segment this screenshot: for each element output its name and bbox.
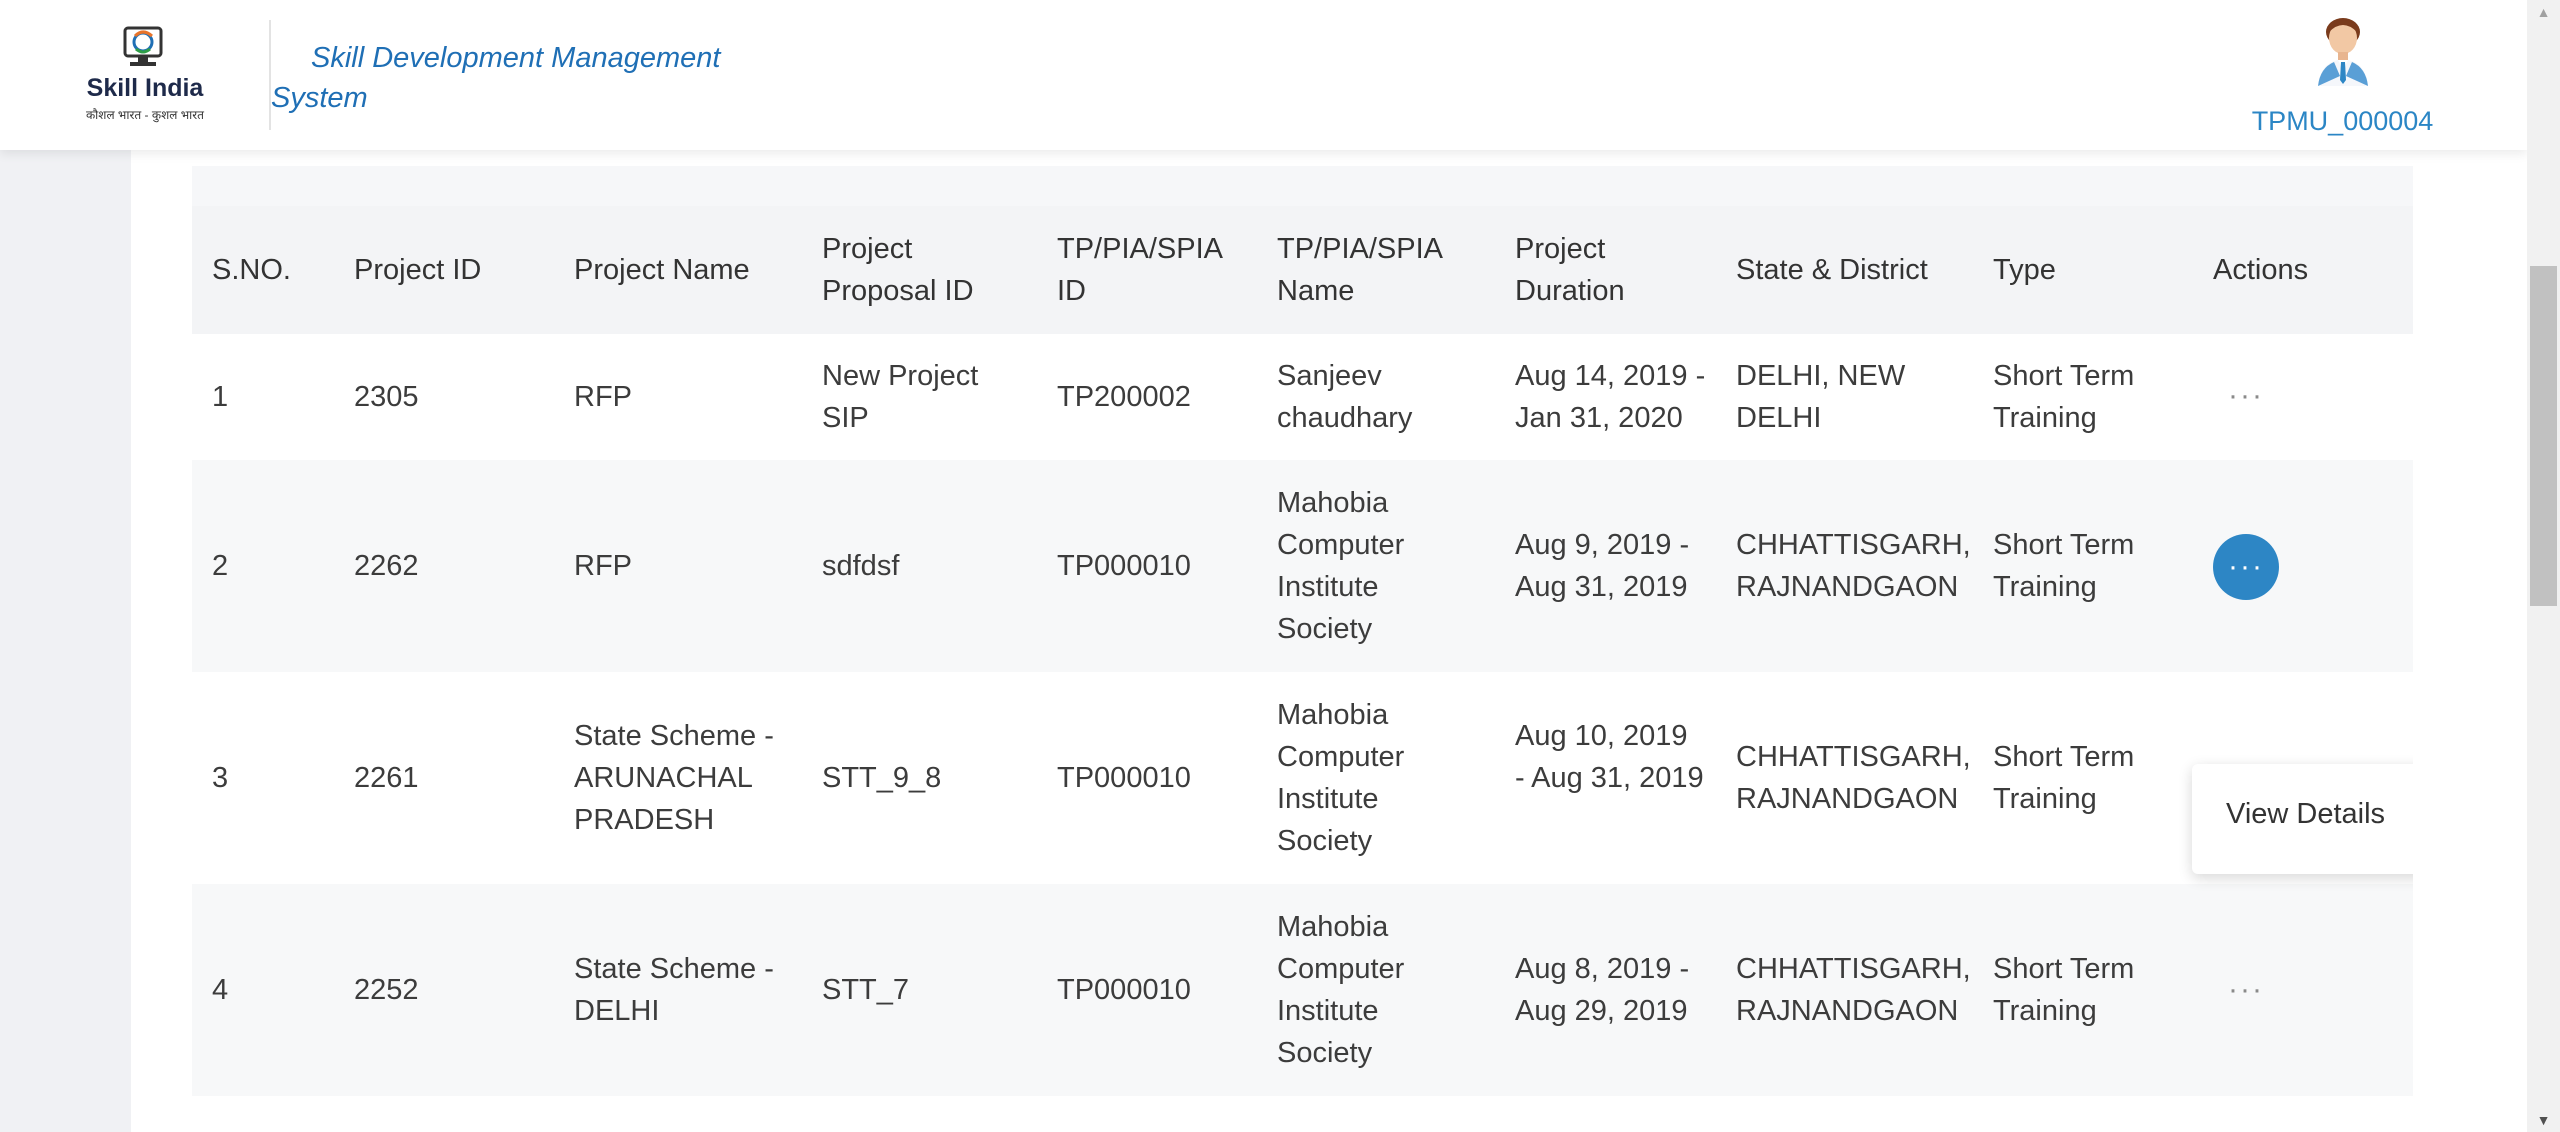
table-row: 1 2305 RFP New Project SIP TP200002 Sanj… (192, 334, 2413, 461)
table-row: 4 2252 State Scheme - DELHI STT_7 TP0000… (192, 884, 2413, 1097)
row-actions-button[interactable]: ··· (2213, 534, 2279, 600)
scrollbar-thumb[interactable] (2530, 266, 2557, 606)
scroll-down-arrow-icon[interactable]: ▼ (2527, 1108, 2560, 1132)
cell-project-id: 2261 (354, 762, 419, 794)
cell-sno: 1 (212, 381, 229, 413)
cell-type: Short Term Training (1993, 953, 2135, 1027)
cell-tp-id: TP000010 (1057, 550, 1191, 582)
cell-duration: Aug 8, 2019 - Aug 29, 2019 (1515, 953, 1690, 1027)
cell-type: Short Term Training (1993, 741, 2135, 815)
cell-project-name: State Scheme - DELHI (574, 953, 774, 1027)
cell-proposal-id: New Project SIP (822, 360, 979, 434)
cell-state-district: DELHI, NEW DELHI (1736, 360, 1906, 434)
table-row: 2 2262 RFP sdfdsf TP000010 Mahobia Compu… (192, 460, 2413, 673)
cell-state-district: CHHATTISGARH, RAJNANDGAON (1736, 953, 1971, 1027)
col-tp-id: TP/PIA/SPIA ID (1057, 233, 1222, 307)
cell-state-district: CHHATTISGARH, RAJNANDGAON (1736, 529, 1971, 603)
projects-table: S.NO. Project ID Project Name Project Pr… (192, 166, 2413, 1132)
cell-duration: Aug 14, 2019 - Jan 31, 2020 (1515, 360, 1706, 434)
view-details-menu-item[interactable]: View Details (2226, 798, 2385, 831)
col-duration: Project Duration (1515, 233, 1625, 307)
cell-project-id: 2262 (354, 550, 419, 582)
cell-duration: Aug 10, 2019 - Aug 31, 2019 (1515, 720, 1704, 794)
cell-sno: 4 (212, 974, 229, 1006)
table-top-band (192, 166, 2413, 207)
col-proposal-id: Project Proposal ID (822, 233, 974, 307)
skill-india-logo[interactable]: Skill India कौशल भारत - कुशल भारत (80, 22, 210, 126)
cell-state-district: CHHATTISGARH, RAJNANDGAON (1736, 741, 1971, 815)
cell-proposal-id: STT_7 (822, 974, 910, 1006)
row-actions-menu: View Details (2192, 764, 2413, 874)
cell-tp-id: TP000010 (1057, 762, 1191, 794)
col-tp-name: TP/PIA/SPIA Name (1277, 233, 1442, 307)
logo-tagline: कौशल भारत - कुशल भारत (85, 108, 205, 122)
cell-tp-id: TP000010 (1057, 974, 1191, 1006)
cell-proposal-id: STT_9_8 (822, 762, 942, 794)
cell-duration: Aug 9, 2019 - Aug 31, 2019 (1515, 529, 1690, 603)
row-actions-button[interactable]: ··· (2213, 363, 2279, 429)
cell-tp-id: TP200002 (1057, 381, 1191, 413)
cell-project-name: RFP (574, 381, 632, 413)
app-header: Skill India कौशल भारत - कुशल भारत Skill … (0, 0, 2527, 150)
cell-tp-name: Mahobia Computer Institute Society (1277, 699, 1405, 857)
user-avatar-icon[interactable] (2310, 14, 2376, 86)
cell-sno: 2 (212, 550, 229, 582)
cell-proposal-id: sdfdsf (822, 550, 900, 582)
cell-sno: 3 (212, 762, 229, 794)
cell-tp-name: Mahobia Computer Institute Society (1277, 911, 1405, 1069)
cell-project-id: 2252 (354, 974, 419, 1006)
cell-project-id: 2305 (354, 381, 419, 413)
col-project-name: Project Name (574, 254, 750, 286)
table-row: 3 2261 State Scheme - ARUNACHAL PRADESH … (192, 672, 2413, 885)
cell-tp-name: Sanjeev chaudhary (1277, 360, 1413, 434)
col-actions: Actions (2213, 254, 2309, 286)
cell-project-name: RFP (574, 550, 632, 582)
col-type: Type (1993, 254, 2056, 286)
cell-type: Short Term Training (1993, 529, 2135, 603)
app-title: Skill Development Management System (271, 42, 721, 114)
vertical-scrollbar[interactable]: ▲ ▼ (2527, 0, 2560, 1132)
cell-project-name: State Scheme - ARUNACHAL PRADESH (574, 720, 774, 836)
user-id-label[interactable]: TPMU_000004 (2200, 106, 2485, 137)
table-row (192, 1096, 2413, 1132)
col-project-id: Project ID (354, 254, 482, 286)
col-state-district: State & District (1736, 254, 1928, 286)
scroll-up-arrow-icon[interactable]: ▲ (2527, 0, 2560, 24)
row-actions-button[interactable]: ··· (2213, 957, 2279, 1023)
cell-type: Short Term Training (1993, 360, 2135, 434)
col-sno: S.NO. (212, 254, 291, 286)
cell-tp-name: Mahobia Computer Institute Society (1277, 487, 1405, 645)
table-header-row: S.NO. Project ID Project Name Project Pr… (192, 206, 2413, 334)
logo-text: Skill India (86, 74, 204, 102)
